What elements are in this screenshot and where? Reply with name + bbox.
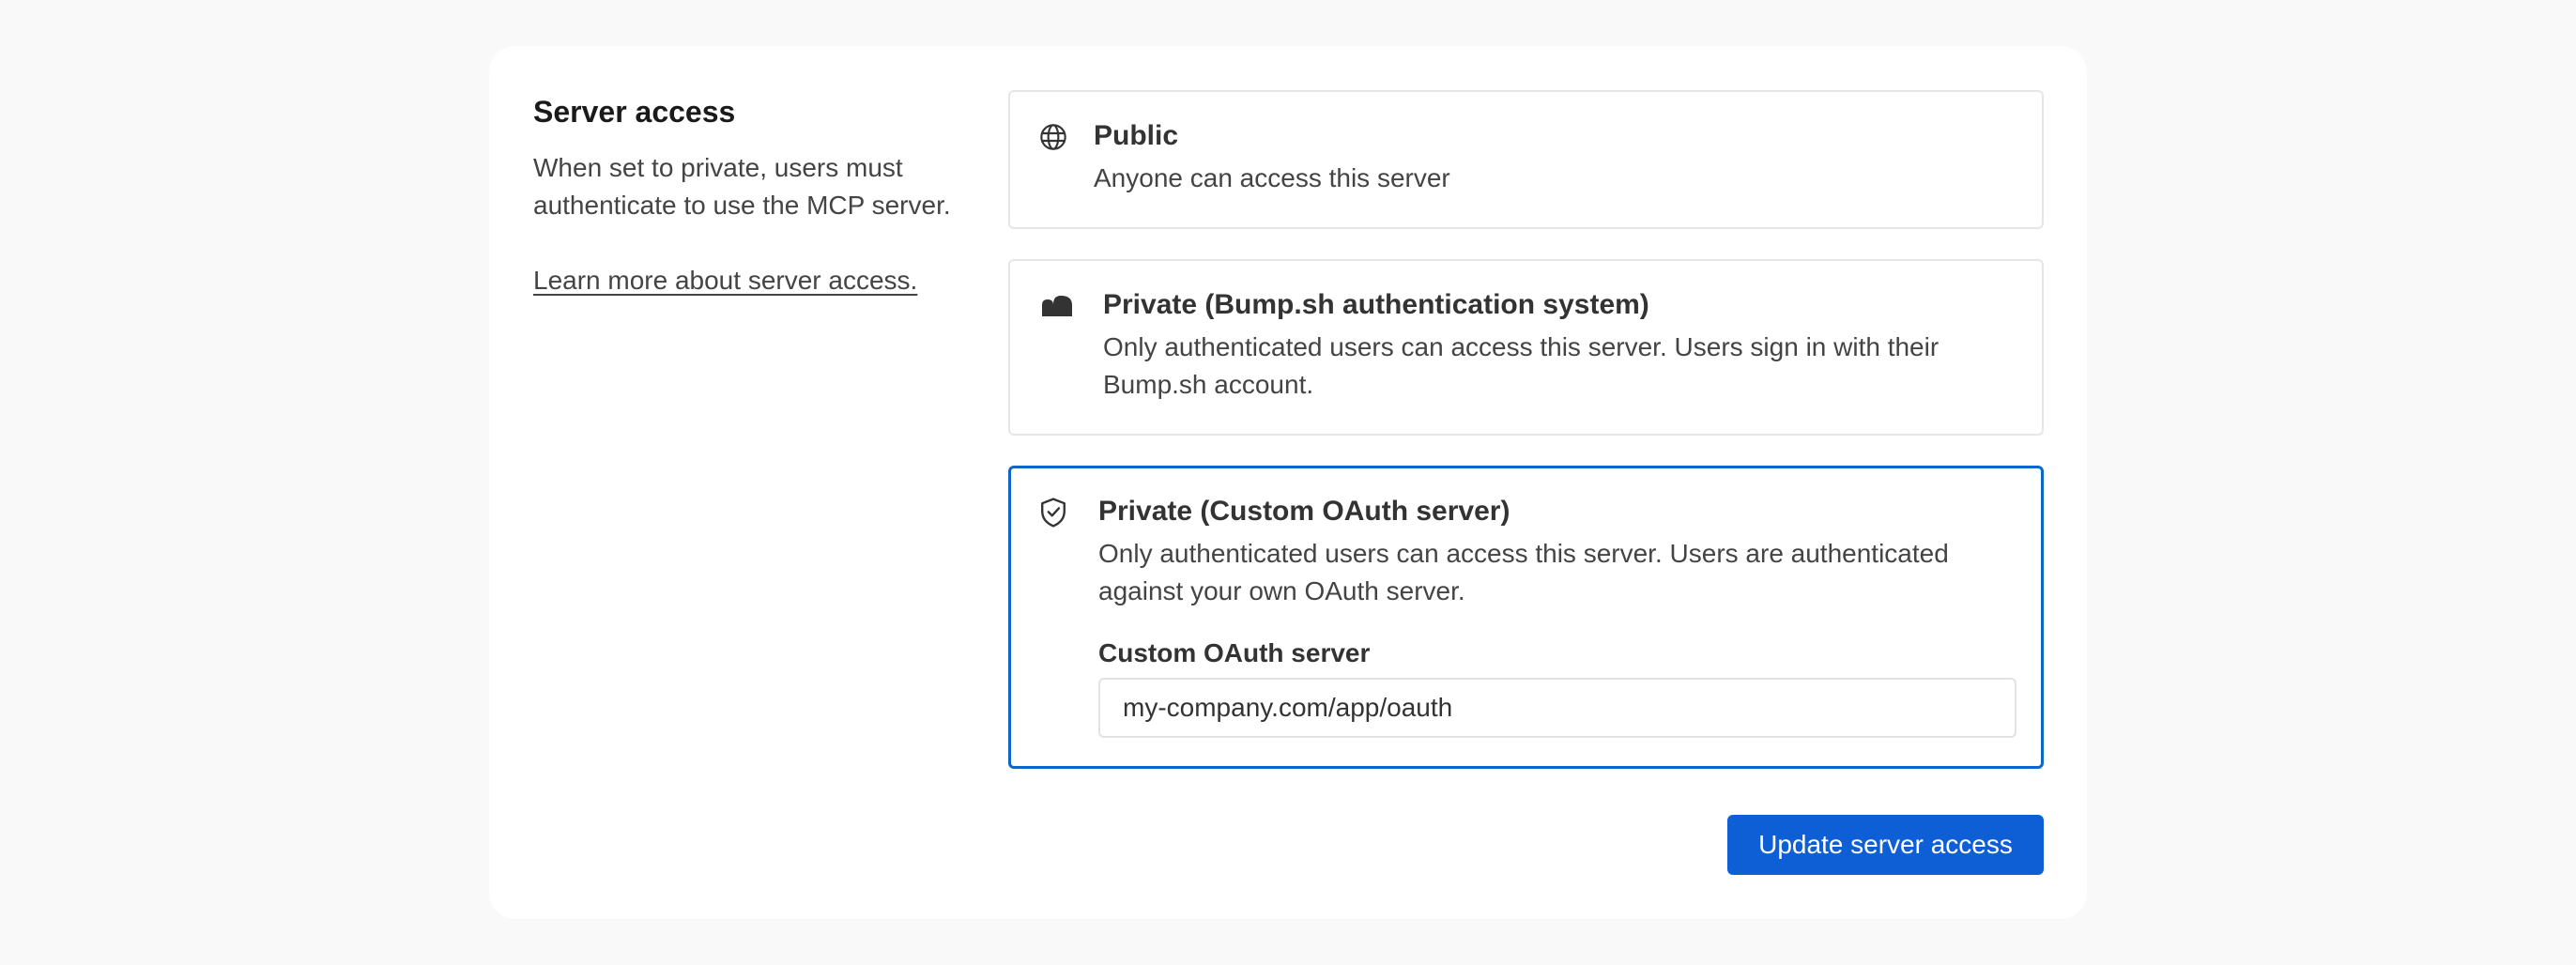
option-public[interactable]: Public Anyone can access this server <box>1008 90 2044 229</box>
globe-icon <box>1037 121 1069 153</box>
custom-oauth-url-input[interactable] <box>1098 678 2016 738</box>
option-public-description: Anyone can access this server <box>1094 163 1450 192</box>
custom-oauth-field-label: Custom OAuth server <box>1098 638 1371 667</box>
option-bump-auth[interactable]: Private (Bump.sh authentication system) … <box>1008 259 2044 436</box>
section-title: Server access <box>533 95 736 129</box>
option-bump-auth-description: Only authenticated users can access this… <box>1103 332 1940 399</box>
shield-check-icon <box>1037 497 1069 528</box>
learn-more-link[interactable]: Learn more about server access. <box>533 262 917 299</box>
update-server-access-button[interactable]: Update server access <box>1727 815 2044 875</box>
section-info: Server access When set to private, users… <box>533 91 956 299</box>
option-public-title: Public <box>1094 120 1179 151</box>
option-custom-oauth[interactable]: Private (Custom OAuth server) Only authe… <box>1008 466 2044 769</box>
server-access-card: Server access When set to private, users… <box>489 46 2087 919</box>
option-custom-oauth-description: Only authenticated users can access this… <box>1098 539 1949 605</box>
bump-logo-icon <box>1041 290 1073 322</box>
option-bump-auth-title: Private (Bump.sh authentication system) <box>1103 289 1649 320</box>
section-description: When set to private, users must authenti… <box>533 153 951 220</box>
option-custom-oauth-title: Private (Custom OAuth server) <box>1098 496 1510 527</box>
